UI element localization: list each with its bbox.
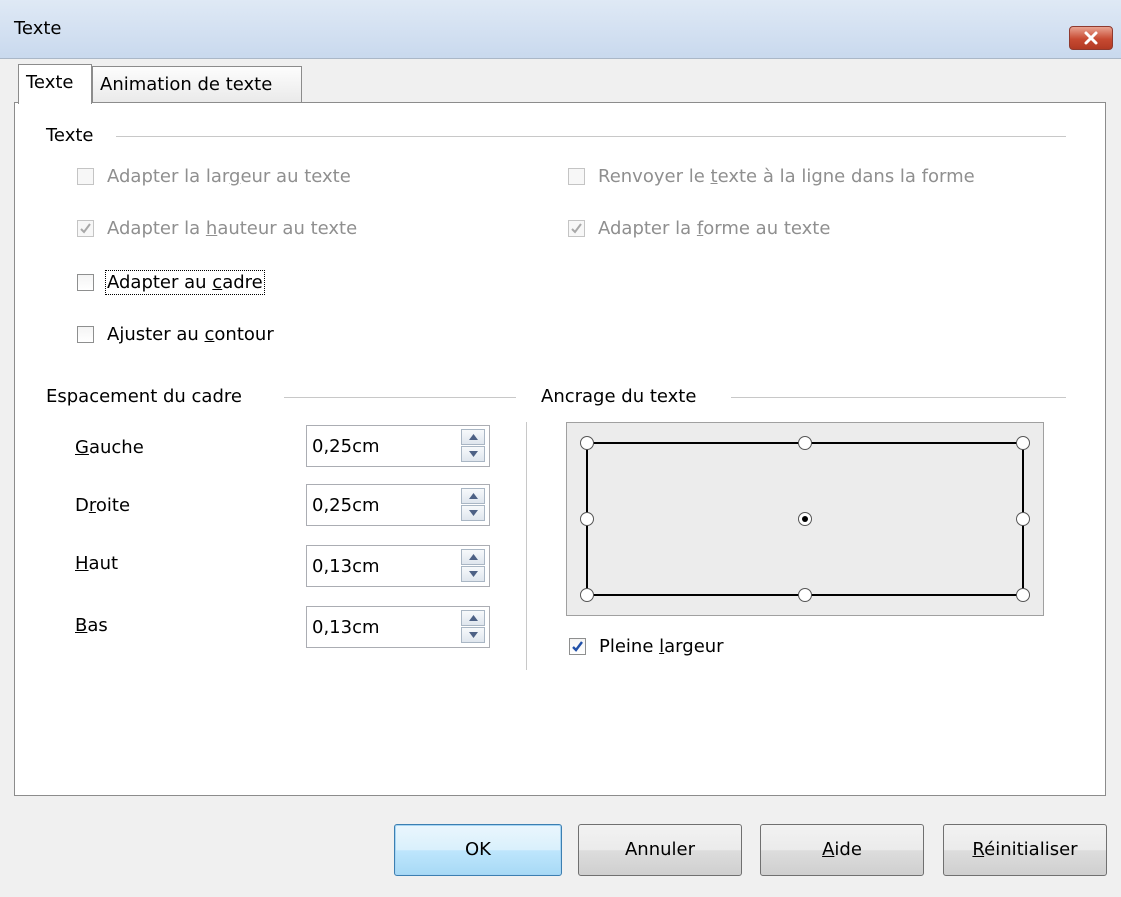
ok-button[interactable]: OK bbox=[394, 824, 562, 876]
cancel-button[interactable]: Annuler bbox=[578, 824, 742, 876]
left-spacing-label: Gauche bbox=[75, 437, 144, 458]
fit-width-to-text-checkbox[interactable] bbox=[77, 168, 94, 185]
right-spacing-decrement[interactable] bbox=[461, 505, 485, 521]
anchor-bottom-left[interactable] bbox=[580, 588, 594, 602]
reset-button[interactable]: Réinitialiser bbox=[943, 824, 1107, 876]
arrow-up-icon bbox=[469, 615, 478, 621]
word-wrap-in-shape-checkbox[interactable] bbox=[568, 168, 585, 185]
tab-texte[interactable]: Texte bbox=[18, 64, 92, 104]
tab-animation-de-texte[interactable]: Animation de texte bbox=[92, 66, 302, 102]
spacing-group-separator bbox=[284, 397, 516, 398]
ok-button-label: OK bbox=[465, 839, 491, 860]
text-group-title: Texte bbox=[46, 125, 94, 146]
window-title: Texte bbox=[14, 18, 62, 39]
reset-button-label: Réinitialiser bbox=[972, 839, 1078, 860]
anchor-middle-left[interactable] bbox=[580, 512, 594, 526]
text-group-separator bbox=[116, 136, 1066, 137]
anchor-top-center[interactable] bbox=[798, 436, 812, 450]
bottom-spacing-label: Bas bbox=[75, 615, 108, 636]
adjust-to-contour-checkbox[interactable] bbox=[77, 326, 94, 343]
bottom-spacing-decrement[interactable] bbox=[461, 627, 485, 643]
spacing-group-title: Espacement du cadre bbox=[46, 386, 242, 407]
bottom-spacing-increment[interactable] bbox=[461, 610, 485, 626]
tab-texte-label: Texte bbox=[26, 72, 74, 93]
arrow-up-icon bbox=[469, 493, 478, 499]
arrow-up-icon bbox=[469, 434, 478, 440]
left-spacing-spinbox[interactable]: 0,25cm bbox=[306, 425, 490, 467]
full-width-checkbox[interactable] bbox=[569, 638, 586, 655]
top-spacing-increment[interactable] bbox=[461, 549, 485, 565]
anchor-center[interactable] bbox=[798, 512, 812, 526]
top-spacing-value[interactable]: 0,13cm bbox=[312, 556, 380, 577]
fit-height-to-text-checkbox[interactable] bbox=[77, 220, 94, 237]
anchor-bottom-right[interactable] bbox=[1016, 588, 1030, 602]
help-button[interactable]: Aide bbox=[760, 824, 924, 876]
text-anchor-selector bbox=[566, 422, 1044, 616]
anchor-top-right[interactable] bbox=[1016, 436, 1030, 450]
anchor-bottom-center[interactable] bbox=[798, 588, 812, 602]
arrow-down-icon bbox=[469, 571, 478, 577]
tab-animation-label: Animation de texte bbox=[100, 74, 273, 95]
anchor-middle-right[interactable] bbox=[1016, 512, 1030, 526]
fit-to-frame-checkbox[interactable] bbox=[77, 274, 94, 291]
right-spacing-spinbox[interactable]: 0,25cm bbox=[306, 484, 490, 526]
close-icon bbox=[1084, 31, 1098, 45]
top-spacing-decrement[interactable] bbox=[461, 566, 485, 582]
help-button-label: Aide bbox=[822, 839, 862, 860]
check-icon bbox=[571, 223, 582, 234]
close-button[interactable] bbox=[1069, 26, 1113, 50]
arrow-down-icon bbox=[469, 632, 478, 638]
left-spacing-increment[interactable] bbox=[461, 429, 485, 445]
arrow-down-icon bbox=[469, 510, 478, 516]
right-spacing-value[interactable]: 0,25cm bbox=[312, 495, 380, 516]
group-divider bbox=[526, 422, 527, 670]
resize-shape-to-text-checkbox[interactable] bbox=[568, 220, 585, 237]
top-spacing-spinbox[interactable]: 0,13cm bbox=[306, 545, 490, 587]
bottom-spacing-value[interactable]: 0,13cm bbox=[312, 617, 380, 638]
right-spacing-label: Droite bbox=[75, 495, 131, 516]
top-spacing-label: Haut bbox=[75, 553, 119, 574]
left-spacing-decrement[interactable] bbox=[461, 446, 485, 462]
anchor-group-title: Ancrage du texte bbox=[541, 386, 697, 407]
left-spacing-value[interactable]: 0,25cm bbox=[312, 436, 380, 457]
check-icon bbox=[80, 223, 91, 234]
anchor-group-separator bbox=[731, 397, 1066, 398]
arrow-up-icon bbox=[469, 554, 478, 560]
arrow-down-icon bbox=[469, 451, 478, 457]
title-bar: Texte bbox=[0, 0, 1121, 59]
right-spacing-increment[interactable] bbox=[461, 488, 485, 504]
anchor-top-left[interactable] bbox=[580, 436, 594, 450]
cancel-button-label: Annuler bbox=[624, 839, 695, 860]
check-icon bbox=[572, 641, 583, 652]
bottom-spacing-spinbox[interactable]: 0,13cm bbox=[306, 606, 490, 648]
